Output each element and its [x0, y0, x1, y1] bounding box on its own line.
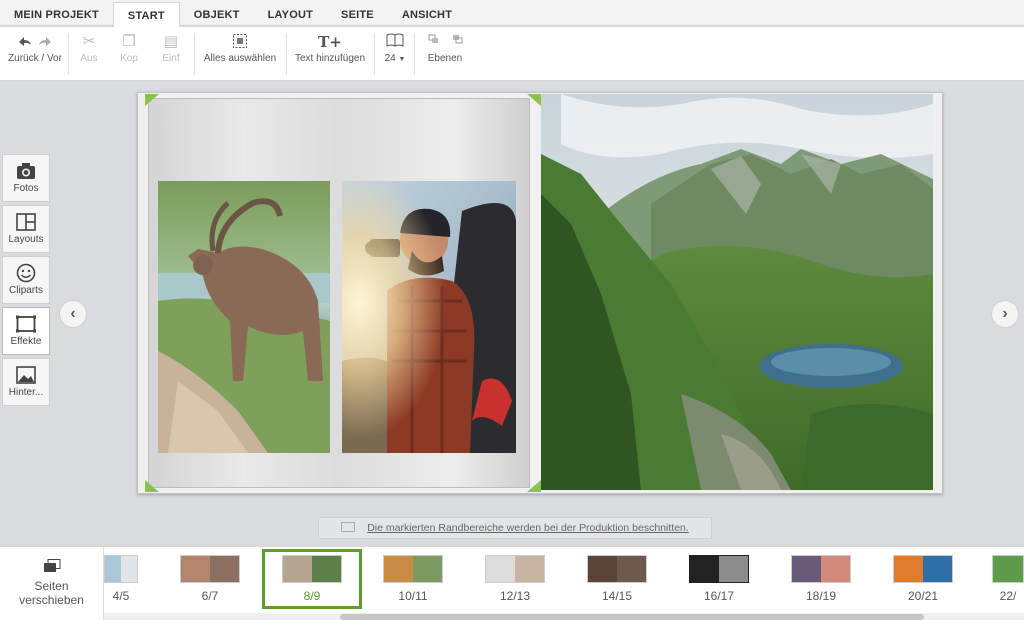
thumbnail-4-5[interactable]: 4/5 — [104, 555, 138, 603]
trim-marker-icon — [527, 480, 541, 492]
tab-mein-projekt[interactable]: MEIN PROJEKT — [0, 0, 113, 26]
layers-button[interactable]: Ebenen — [420, 27, 470, 81]
next-page-button[interactable]: › — [991, 300, 1019, 328]
tab-objekt[interactable]: OBJEKT — [180, 0, 254, 26]
scissors-icon: ✂ — [82, 33, 96, 50]
scrollbar-thumb[interactable] — [340, 614, 924, 620]
background-tool-button[interactable]: Hinter... — [2, 358, 50, 406]
layers-icon — [420, 27, 470, 51]
tab-layout[interactable]: LAYOUT — [254, 0, 327, 26]
cut-button[interactable]: ✂ Aus — [74, 27, 104, 81]
menu-tabs: MEIN PROJEKT START OBJEKT LAYOUT SEITE A… — [0, 0, 1024, 29]
chevron-right-icon: › — [1002, 305, 1008, 322]
undo-redo-label: Zurück / Vor — [8, 53, 62, 64]
trim-info-checkbox[interactable] — [341, 522, 356, 532]
photo-photographer[interactable] — [342, 181, 516, 453]
layouts-icon — [16, 213, 36, 231]
background-icon — [16, 366, 36, 384]
paste-button[interactable]: ▤ Einf — [156, 27, 186, 81]
toolbar: Zurück / Vor ✂ Aus ❐ Kop ▤ Einf Alles au… — [0, 27, 1024, 81]
photo-ibex[interactable] — [158, 181, 330, 453]
undo-redo-icon — [4, 27, 66, 51]
photo-mountain-lake[interactable] — [541, 94, 933, 490]
select-all-button[interactable]: Alles auswählen — [200, 27, 280, 81]
trim-marker-icon — [145, 94, 159, 106]
thumbnail-22[interactable]: 22/ — [992, 555, 1024, 603]
photos-tool-button[interactable]: Fotos — [2, 154, 50, 202]
book-icon — [380, 27, 410, 51]
effects-tool-button[interactable]: Effekte — [2, 307, 50, 355]
layouts-tool-button[interactable]: Layouts — [2, 205, 50, 253]
thumbnail-20-21[interactable]: 20/21 — [892, 555, 954, 603]
add-text-button[interactable]: T+ Text hinzufügen — [292, 27, 368, 81]
page-strip: Seiten verschieben 4/5 6/7 8/9 10/11 12/… — [0, 546, 1024, 620]
add-text-icon: T+ — [318, 33, 342, 51]
thumbnail-16-17[interactable]: 16/17 — [688, 555, 750, 603]
move-pages-button[interactable]: Seiten verschieben — [0, 547, 104, 620]
select-all-icon — [200, 27, 280, 51]
copy-button[interactable]: ❐ Kop — [114, 27, 144, 81]
frame-icon — [16, 315, 36, 333]
previous-page-button[interactable]: ‹ — [59, 300, 87, 328]
thumbnail-12-13[interactable]: 12/13 — [484, 555, 546, 603]
chevron-left-icon: ‹ — [70, 305, 76, 322]
chevron-down-icon: ▼ — [398, 56, 406, 63]
tab-seite[interactable]: SEITE — [327, 0, 388, 26]
paste-icon: ▤ — [163, 33, 179, 50]
copy-icon: ❐ — [122, 33, 136, 50]
thumbnail-6-7[interactable]: 6/7 — [179, 555, 241, 603]
thumbnail-18-19[interactable]: 18/19 — [790, 555, 852, 603]
undo-redo-button[interactable]: Zurück / Vor — [4, 27, 66, 81]
camera-icon — [17, 163, 35, 179]
thumbnail-14-15[interactable]: 14/15 — [586, 555, 648, 603]
trim-marker-icon — [145, 480, 159, 492]
font-size-select[interactable]: 24 ▼ — [380, 27, 410, 81]
trim-info-bar: Die markierten Randbereiche werden bei d… — [318, 517, 712, 539]
trim-info-link[interactable]: Die markierten Randbereiche werden bei d… — [367, 522, 689, 534]
page-strip-scrollbar[interactable] — [104, 613, 1024, 620]
trim-marker-icon — [527, 94, 541, 106]
thumbnail-8-9[interactable]: 8/9 — [262, 549, 362, 609]
tab-ansicht[interactable]: ANSICHT — [388, 0, 466, 26]
smiley-icon — [16, 263, 36, 283]
thumbnail-10-11[interactable]: 10/11 — [382, 555, 444, 603]
tab-start[interactable]: START — [112, 2, 180, 29]
cliparts-tool-button[interactable]: Cliparts — [2, 256, 50, 304]
stack-icon — [43, 559, 60, 572]
